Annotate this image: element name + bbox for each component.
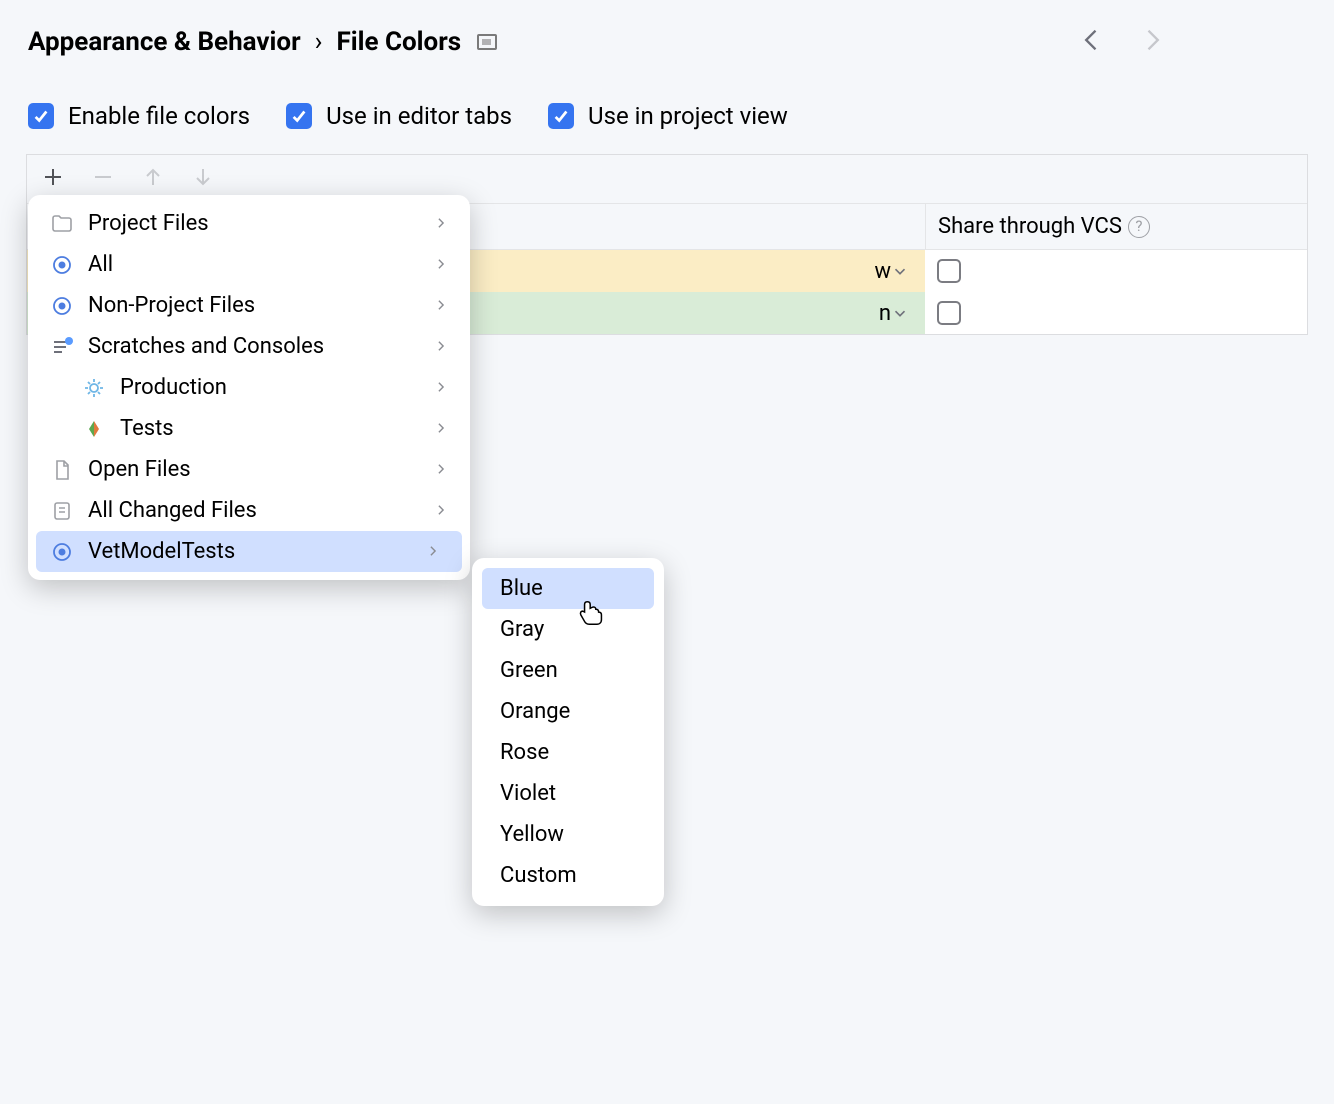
- scope-item-label: VetModelTests: [88, 539, 235, 564]
- target-icon: [50, 540, 74, 564]
- scope-item-project-files[interactable]: Project Files: [28, 203, 470, 244]
- share-vcs-checkbox[interactable]: [925, 250, 1307, 292]
- target-icon: [50, 294, 74, 318]
- color-item-gray[interactable]: Gray: [482, 609, 654, 650]
- use-in-editor-tabs-checkbox[interactable]: Use in editor tabs: [286, 102, 512, 130]
- enable-file-colors-checkbox[interactable]: Enable file colors: [28, 102, 250, 130]
- scope-item-label: Open Files: [88, 457, 191, 482]
- chevron-right-icon: [434, 334, 448, 359]
- scope-item-label: Non-Project Files: [88, 293, 255, 318]
- scope-item-production[interactable]: Production: [28, 367, 470, 408]
- chevron-right-icon: [434, 498, 448, 523]
- folder-icon: [50, 212, 74, 236]
- scope-item-tests[interactable]: Tests: [28, 408, 470, 449]
- chevron-right-icon: [434, 211, 448, 236]
- checkbox-checked-icon: [286, 103, 312, 129]
- chevron-right-icon: [434, 457, 448, 482]
- breadcrumb-separator: ›: [315, 27, 323, 57]
- scope-item-non-project-files[interactable]: Non-Project Files: [28, 285, 470, 326]
- diamond-icon: [82, 417, 106, 441]
- color-item-custom[interactable]: Custom: [482, 855, 654, 896]
- scope-item-scratches-and-consoles[interactable]: Scratches and Consoles: [28, 326, 470, 367]
- scope-item-label: Tests: [120, 416, 174, 441]
- use-in-project-view-checkbox[interactable]: Use in project view: [548, 102, 788, 130]
- checkbox-checked-icon: [548, 103, 574, 129]
- chevron-right-icon: [434, 416, 448, 441]
- chevron-right-icon: [434, 293, 448, 318]
- scope-item-all-changed-files[interactable]: All Changed Files: [28, 490, 470, 531]
- color-item-orange[interactable]: Orange: [482, 691, 654, 732]
- color-item-green[interactable]: Green: [482, 650, 654, 691]
- remove-button[interactable]: [91, 165, 115, 193]
- forward-button: [1138, 26, 1166, 58]
- breadcrumb-current: File Colors: [336, 27, 461, 57]
- chevron-right-icon: [434, 375, 448, 400]
- share-through-vcs-header: Share through VCS ?: [925, 204, 1307, 249]
- color-item-blue[interactable]: Blue: [482, 568, 654, 609]
- gear-icon: [82, 376, 106, 400]
- reset-icon[interactable]: [477, 34, 497, 50]
- move-down-button[interactable]: [191, 165, 215, 193]
- color-item-rose[interactable]: Rose: [482, 732, 654, 773]
- chevron-right-icon: [426, 539, 440, 564]
- target-icon: [50, 253, 74, 277]
- chevron-right-icon: [434, 252, 448, 277]
- scope-popup: Project Files All Non-Project Files Scratch…: [28, 195, 470, 580]
- scope-item-label: Production: [120, 375, 227, 400]
- scope-item-label: All: [88, 252, 113, 277]
- chevron-down-icon: [891, 304, 909, 322]
- checkbox-checked-icon: [28, 103, 54, 129]
- color-popup: BlueGrayGreenOrangeRoseVioletYellowCusto…: [472, 558, 664, 906]
- share-vcs-checkbox[interactable]: [925, 292, 1307, 334]
- breadcrumb-parent[interactable]: Appearance & Behavior: [28, 27, 301, 57]
- scope-item-label: All Changed Files: [88, 498, 257, 523]
- scope-item-vetmodeltests[interactable]: VetModelTests: [36, 531, 462, 572]
- color-item-violet[interactable]: Violet: [482, 773, 654, 814]
- move-up-button[interactable]: [141, 165, 165, 193]
- scope-item-all[interactable]: All: [28, 244, 470, 285]
- back-button[interactable]: [1078, 26, 1106, 58]
- add-button[interactable]: [41, 165, 65, 193]
- chevron-down-icon: [891, 262, 909, 280]
- scratch-icon: [50, 335, 74, 359]
- help-icon[interactable]: ?: [1128, 216, 1150, 238]
- scope-item-open-files[interactable]: Open Files: [28, 449, 470, 490]
- breadcrumb: Appearance & Behavior › File Colors: [28, 27, 497, 57]
- scope-item-label: Scratches and Consoles: [88, 334, 324, 359]
- scope-item-label: Project Files: [88, 211, 209, 236]
- changed-icon: [50, 499, 74, 523]
- file-icon: [50, 458, 74, 482]
- color-item-yellow[interactable]: Yellow: [482, 814, 654, 855]
